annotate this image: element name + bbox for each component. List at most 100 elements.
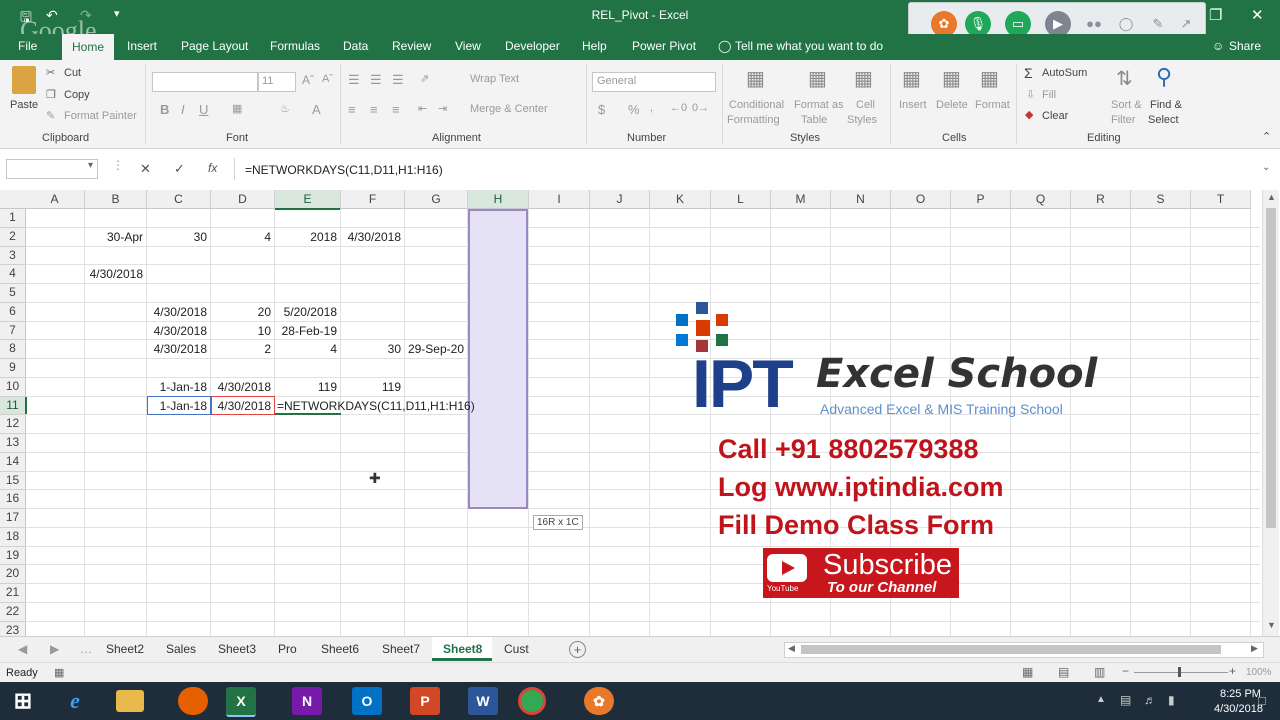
word-icon[interactable]: W [468, 687, 498, 715]
cell-f10[interactable]: 119 [341, 378, 401, 396]
cell-e8[interactable]: 4 [275, 340, 337, 358]
powerpoint-icon[interactable]: P [410, 687, 440, 715]
sheet-tab-sheet7[interactable]: Sheet7 [382, 642, 420, 656]
copy-button[interactable]: Copy [64, 89, 90, 101]
font-size-box[interactable]: 11 [258, 72, 296, 92]
row-header-22[interactable]: 22 [0, 602, 26, 622]
excel-taskbar-icon[interactable]: X [226, 687, 256, 717]
notifications-icon[interactable]: □ [1258, 693, 1266, 708]
increase-indent-icon[interactable]: ⇥ [438, 102, 447, 115]
cell-c6[interactable]: 4/30/2018 [147, 303, 207, 321]
row-header-23[interactable]: 23 [0, 621, 26, 636]
column-header-e[interactable]: E [275, 190, 341, 210]
delete-cells-button[interactable]: Delete [936, 99, 968, 111]
add-sheet-button[interactable]: + [569, 641, 586, 658]
row-header-16[interactable]: 16 [0, 490, 26, 509]
tab-developer[interactable]: Developer [505, 39, 560, 53]
tab-file[interactable]: File [18, 39, 37, 53]
cell-c11[interactable]: 1-Jan-18 [147, 397, 207, 415]
row-header-11[interactable]: 11 [0, 396, 27, 416]
normal-view-icon[interactable]: ▦ [1022, 665, 1033, 679]
zoom-slider[interactable] [1134, 672, 1228, 673]
align-top-icon[interactable]: ☰ [348, 72, 360, 88]
find-select-label-2[interactable]: Select [1148, 114, 1179, 126]
format-as-table-label-2[interactable]: Table [801, 114, 827, 126]
row-header-2[interactable]: 2 [0, 227, 26, 247]
name-box[interactable] [6, 159, 98, 179]
zoom-out-icon[interactable]: − [1122, 664, 1129, 678]
cell-styles-label-1[interactable]: Cell [856, 99, 875, 111]
column-header-j[interactable]: J [590, 190, 650, 209]
cell-e6[interactable]: 5/20/2018 [275, 303, 337, 321]
horizontal-scroll-thumb[interactable] [801, 645, 1221, 654]
zoom-level[interactable]: 100% [1246, 667, 1272, 678]
meeting-app-icon[interactable]: ✿ [584, 687, 614, 715]
sort-filter-label-1[interactable]: Sort & [1111, 99, 1142, 111]
cell-d8[interactable]: 2 [211, 340, 271, 358]
share-icon[interactable]: ☺ [1212, 39, 1224, 53]
row-header-17[interactable]: 17 [0, 509, 26, 528]
align-center-icon[interactable]: ≡ [370, 102, 378, 117]
row-header-5[interactable]: 5 [0, 284, 26, 303]
sheet-tab-sheet8[interactable]: Sheet8 [443, 642, 482, 656]
clock-time[interactable]: 8:25 PM [1220, 688, 1261, 700]
tab-insert[interactable]: Insert [127, 39, 157, 53]
decrease-font-icon[interactable]: Aˇ [322, 73, 333, 85]
borders-icon[interactable]: ▦ [232, 102, 242, 115]
clock-date[interactable]: 4/30/2018 [1214, 703, 1263, 715]
cell-c2[interactable]: 30 [147, 228, 207, 246]
align-left-icon[interactable]: ≡ [348, 102, 356, 117]
eraser-icon[interactable]: ◆ [1025, 108, 1033, 121]
format-painter-icon[interactable]: ✎ [46, 109, 55, 122]
column-header-n[interactable]: N [831, 190, 891, 209]
tab-formulas[interactable]: Formulas [270, 39, 320, 53]
row-header-7[interactable]: 7 [0, 321, 26, 341]
column-header-c[interactable]: C [147, 190, 211, 209]
cell-e2[interactable]: 2018 [275, 228, 337, 246]
row-header-12[interactable]: 12 [0, 415, 26, 434]
autosum-icon[interactable]: Σ [1024, 65, 1033, 81]
row-header-3[interactable]: 3 [0, 246, 26, 266]
align-right-icon[interactable]: ≡ [392, 102, 400, 117]
cell-d6[interactable]: 20 [211, 303, 271, 321]
currency-button[interactable]: $ [598, 102, 605, 117]
underline-button[interactable]: U [199, 102, 208, 117]
cell-b2[interactable]: 30-Apr [85, 228, 143, 246]
ie-icon[interactable]: e [60, 687, 90, 715]
network-icon[interactable]: ▤ [1120, 693, 1131, 707]
vertical-scrollbar[interactable]: ▲ ▼ [1262, 190, 1279, 636]
selection-range[interactable] [468, 209, 528, 509]
share-button[interactable]: Share [1229, 39, 1261, 53]
tab-power-pivot[interactable]: Power Pivot [632, 39, 696, 53]
spreadsheet-grid[interactable]: ABCDEFGHIJKLMNOPQRST 1 2 3 4 5 6 7 8 9 10 11 12 13 14… [0, 190, 1260, 636]
onenote-icon[interactable]: N [292, 687, 322, 715]
select-all-corner[interactable] [0, 190, 26, 209]
column-header-i[interactable]: I [529, 190, 590, 209]
decrease-decimal-icon[interactable]: 0→ [692, 102, 709, 114]
firefox-icon[interactable] [178, 687, 208, 715]
file-explorer-icon[interactable] [116, 690, 144, 712]
sheet-tab-cust[interactable]: Cust [504, 642, 529, 656]
format-painter-button[interactable]: Format Painter [64, 110, 137, 122]
more-sheets-left-icon[interactable]: … [80, 642, 92, 656]
tell-me-box[interactable]: Tell me what you want to do [735, 39, 883, 53]
column-header-o[interactable]: O [891, 190, 951, 209]
column-header-a[interactable]: A [25, 190, 85, 209]
row-header-13[interactable]: 13 [0, 434, 26, 453]
increase-font-icon[interactable]: Aˆ [302, 73, 314, 87]
increase-decimal-icon[interactable]: ←0 [670, 102, 687, 114]
cell-d2[interactable]: 4 [211, 228, 271, 246]
number-format-box[interactable]: General [592, 72, 716, 92]
fill-icon[interactable]: ⇩ [1026, 88, 1035, 101]
cell-styles-label-2[interactable]: Styles [847, 114, 877, 126]
column-header-s[interactable]: S [1131, 190, 1191, 209]
column-header-r[interactable]: R [1071, 190, 1131, 209]
cell-g8[interactable]: 29-Sep-20 [405, 340, 464, 358]
tab-data[interactable]: Data [343, 39, 368, 53]
sheet-tab-pro[interactable]: Pro [278, 642, 297, 656]
font-name-box[interactable] [152, 72, 258, 92]
column-header-h[interactable]: H [468, 190, 529, 209]
copy-icon[interactable]: ❐ [46, 88, 56, 101]
row-header-21[interactable]: 21 [0, 584, 26, 603]
align-middle-icon[interactable]: ☰ [370, 72, 382, 88]
